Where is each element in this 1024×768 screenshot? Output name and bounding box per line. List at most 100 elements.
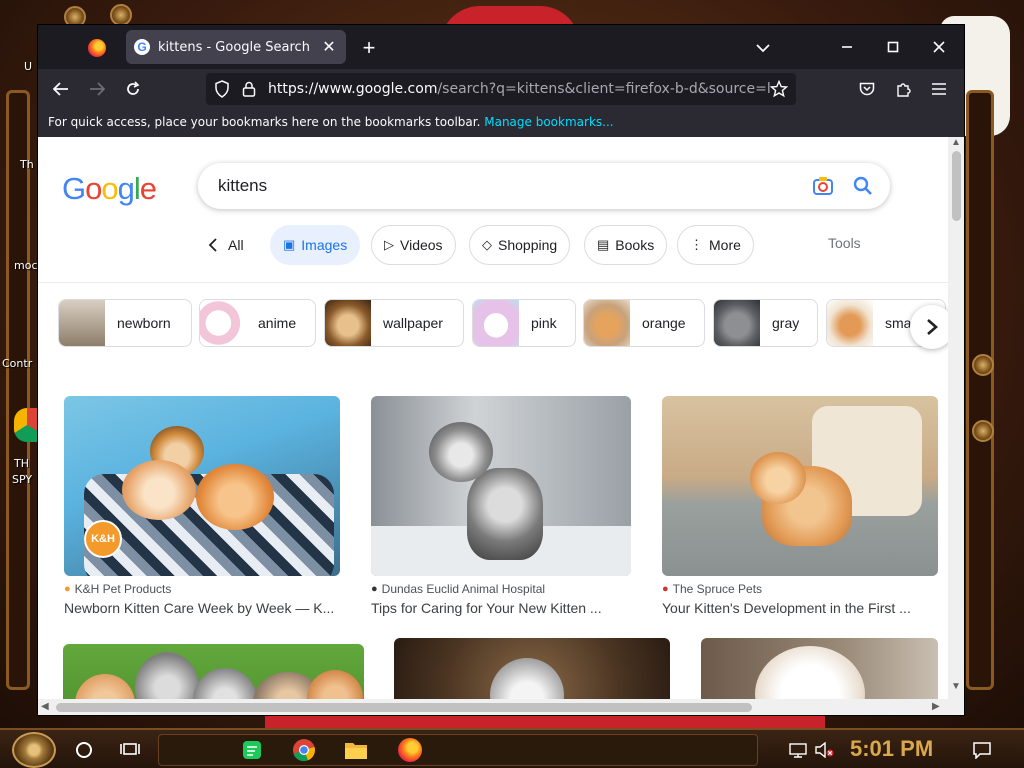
desktop-icon-label[interactable]: Contr (2, 357, 32, 370)
result-source: ● The Spruce Pets (662, 582, 938, 596)
notification-center-button[interactable] (966, 734, 998, 766)
volume-tray-button[interactable] (808, 734, 840, 766)
result-title[interactable]: Newborn Kitten Care Week by Week — K... (64, 600, 340, 616)
pocket-button[interactable] (852, 75, 882, 103)
header-divider (38, 282, 948, 283)
taskbar-app-chrome[interactable] (288, 734, 320, 766)
tab-videos[interactable]: ▷ Videos (371, 225, 456, 265)
bookmarks-hint-text: For quick access, place your bookmarks h… (48, 115, 481, 129)
desktop-icon-label[interactable]: U (24, 60, 32, 73)
image-result[interactable]: K&H ● K&H Pet Products Newborn Kitten Car… (64, 396, 340, 616)
tab-more[interactable]: ⋮ More (677, 225, 754, 265)
scroll-left-icon[interactable]: ◀ (41, 701, 49, 712)
maximize-button[interactable] (870, 25, 916, 69)
desktop-icon-label[interactable]: TH (14, 457, 29, 470)
taskbar-clock[interactable]: 5:01 PM (850, 736, 933, 762)
search-button[interactable] (850, 173, 876, 199)
manage-bookmarks-link[interactable]: Manage bookmarks... (484, 115, 613, 129)
arrow-left-icon (53, 82, 68, 96)
tab-all[interactable]: All (208, 225, 244, 265)
result-title[interactable]: Tips for Caring for Your New Kitten ... (371, 600, 631, 616)
tab-images[interactable]: ▣ Images (270, 225, 361, 265)
camera-lens-icon[interactable] (810, 173, 836, 199)
horizontal-scrollbar-thumb[interactable] (56, 703, 752, 712)
new-tab-button[interactable]: + (356, 35, 382, 61)
google-logo[interactable]: Google (62, 171, 157, 207)
reload-button[interactable] (118, 75, 148, 103)
scroll-up-icon[interactable]: ▲ (951, 137, 961, 148)
horizontal-scrollbar[interactable]: ◀ ▶ (38, 699, 964, 715)
suggestion-chip[interactable]: gray (713, 299, 818, 347)
result-source-name: The Spruce Pets (672, 582, 763, 596)
result-image[interactable] (371, 396, 631, 576)
vertical-scrollbar[interactable]: ▲ ▼ (948, 137, 964, 699)
suggestion-chip[interactable]: wallpaper (324, 299, 464, 347)
lock-icon[interactable] (242, 81, 256, 97)
desktop-icon-label[interactable]: Th (20, 158, 34, 171)
book-icon: ▤ (597, 237, 610, 252)
pinned-tab-firefox[interactable] (84, 35, 110, 61)
url-path: /search?q=kittens&client=firefox-b-d&sou… (437, 81, 770, 97)
forward-button[interactable] (82, 75, 112, 103)
extensions-button[interactable] (888, 75, 918, 103)
image-result[interactable]: ● Dundas Euclid Animal Hospital Tips for … (371, 396, 631, 616)
result-source: ● K&H Pet Products (64, 582, 340, 596)
minimize-button[interactable] (824, 25, 870, 69)
circle-search-icon (76, 742, 92, 758)
tab-google-search[interactable]: G kittens - Google Search ✕ (126, 30, 346, 64)
back-button[interactable] (46, 75, 76, 103)
taskbar-app-file-explorer[interactable] (340, 734, 372, 766)
list-all-tabs-button[interactable] (750, 35, 776, 61)
result-image[interactable] (662, 396, 938, 576)
suggestion-thumbnail (714, 300, 760, 346)
chevron-down-icon (756, 44, 770, 53)
start-button[interactable] (12, 732, 56, 768)
close-window-button[interactable] (916, 25, 962, 69)
scroll-down-icon[interactable]: ▼ (951, 681, 961, 692)
chrome-shortcut-icon[interactable] (14, 408, 40, 442)
tools-button[interactable]: Tools (828, 235, 861, 251)
suggestion-chip[interactable]: anime (199, 299, 316, 347)
image-icon: ▣ (283, 237, 296, 252)
network-icon (789, 743, 807, 758)
url-host: https://www.google.com (268, 81, 438, 97)
url-text: https://www.google.com/search?q=kittens&… (268, 81, 770, 97)
taskbar-app-notes[interactable] (236, 734, 268, 766)
tab-shopping[interactable]: ◇ Shopping (469, 225, 571, 265)
paw-icon: ● (662, 583, 669, 595)
shield-icon[interactable] (214, 80, 230, 98)
suggestion-chip[interactable]: newborn (58, 299, 192, 347)
chrome-icon (293, 739, 315, 762)
tab-shopping-label: Shopping (498, 237, 558, 253)
app-menu-button[interactable] (924, 75, 954, 103)
site-favicon-icon: ● (64, 583, 71, 595)
tab-close-icon[interactable]: ✕ (320, 38, 338, 56)
kitten-shape (122, 460, 196, 520)
vertical-scrollbar-thumb[interactable] (952, 151, 961, 221)
result-title[interactable]: Your Kitten's Development in the First .… (662, 600, 938, 616)
task-view-button[interactable] (114, 734, 146, 766)
close-icon (933, 41, 945, 53)
firefox-icon (398, 738, 422, 762)
star-bookmark-icon[interactable] (770, 80, 788, 98)
puzzle-icon (897, 83, 911, 97)
tab-books-label: Books (615, 237, 655, 253)
address-bar[interactable]: https://www.google.com/search?q=kittens&… (206, 73, 796, 105)
search-taskbar-button[interactable] (68, 734, 100, 766)
folder-icon (345, 743, 367, 759)
desktop-icon-label[interactable]: SPY (12, 473, 32, 486)
suggestion-chip[interactable]: pink (472, 299, 576, 347)
desktop-icon-label[interactable]: moc (14, 259, 38, 272)
desktop-frame-right (966, 90, 994, 690)
tab-books[interactable]: ▤ Books (584, 225, 668, 265)
suggestion-label: orange (642, 315, 686, 331)
image-result[interactable]: ● The Spruce Pets Your Kitten's Developme… (662, 396, 938, 616)
taskbar-app-firefox[interactable] (394, 734, 426, 766)
pocket-icon (859, 82, 875, 96)
search-input[interactable]: kittens (218, 176, 796, 196)
scroll-right-icon[interactable]: ▶ (932, 701, 940, 712)
result-image[interactable]: K&H (64, 396, 340, 576)
search-box[interactable]: kittens (198, 163, 890, 209)
kitten-shape (429, 422, 493, 482)
suggestion-chip[interactable]: orange (583, 299, 705, 347)
